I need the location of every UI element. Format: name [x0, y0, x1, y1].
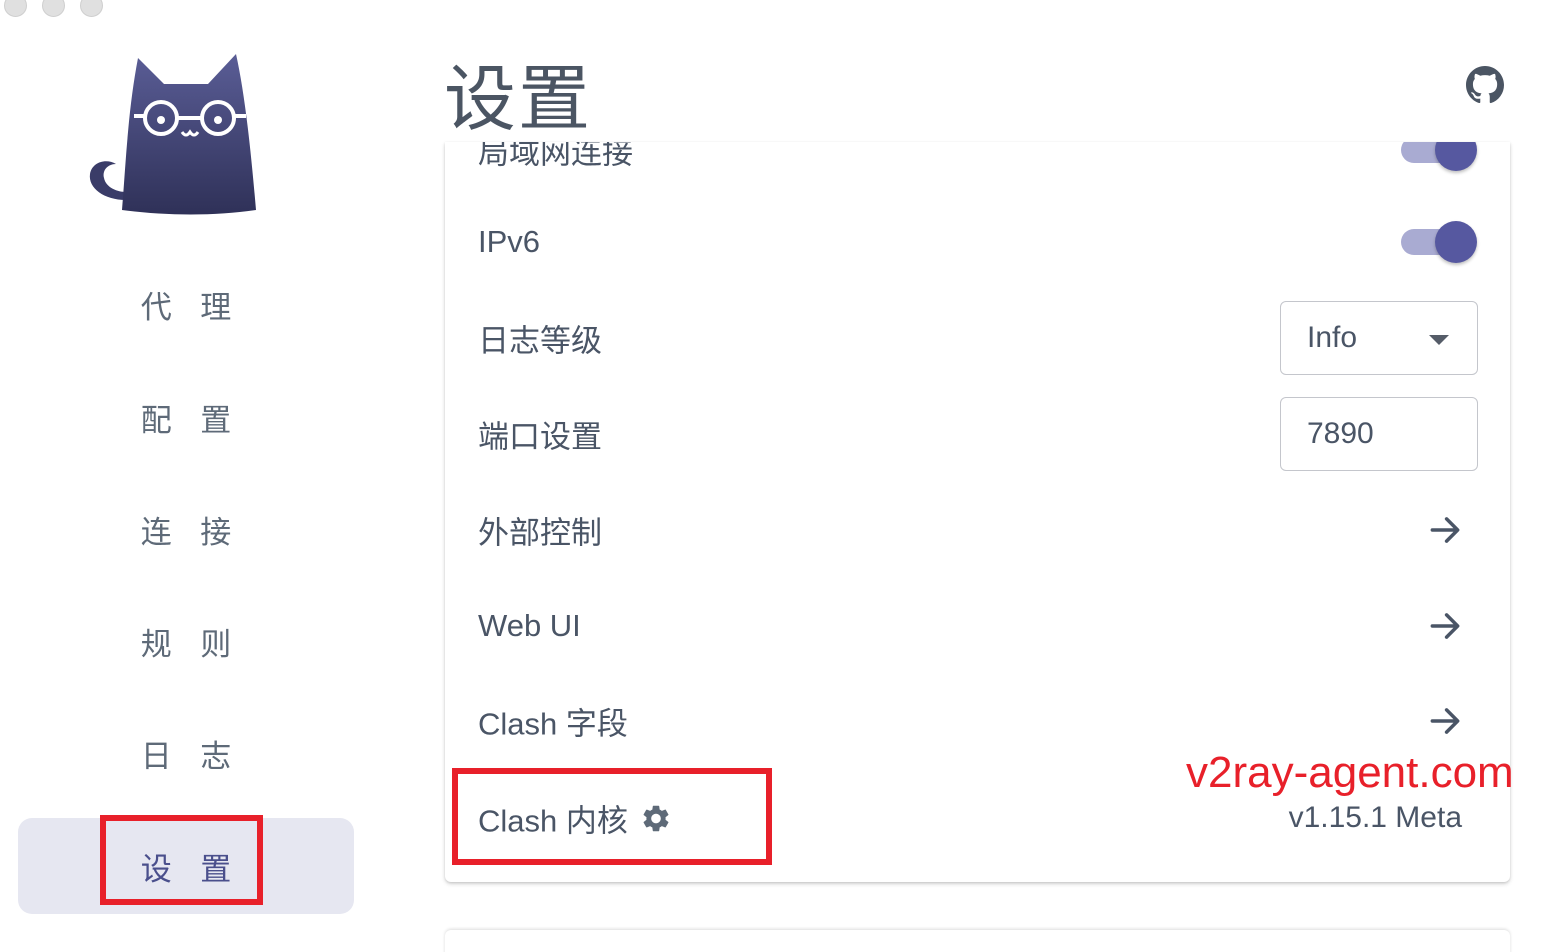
annotation-box-settings — [100, 815, 263, 905]
setting-label-log-level: 日志等级 — [478, 323, 602, 359]
setting-row-lan: 局域网连接 — [445, 142, 1510, 198]
sidebar-item-proxy[interactable]: 代 理 — [18, 256, 354, 352]
setting-row-external-control[interactable]: 外部控制 — [445, 482, 1510, 578]
arrow-right-icon[interactable] — [1426, 702, 1464, 740]
setting-row-port: 端口设置 7890 — [445, 386, 1510, 482]
setting-label-port: 端口设置 — [478, 419, 602, 455]
github-icon[interactable] — [1466, 66, 1504, 104]
setting-label-external-control: 外部控制 — [478, 515, 602, 551]
port-value: 7890 — [1307, 417, 1374, 450]
sidebar-item-logs[interactable]: 日 志 — [18, 705, 354, 801]
arrow-right-icon[interactable] — [1426, 607, 1464, 645]
app-window: 代 理 配 置 连 接 规 则 日 志 设 置 设置 局域网连接 IPv6 日志… — [0, 0, 1566, 952]
setting-row-ipv6: IPv6 — [445, 194, 1510, 290]
sidebar: 代 理 配 置 连 接 规 则 日 志 设 置 — [0, 0, 372, 952]
arrow-right-icon[interactable] — [1426, 511, 1464, 549]
clash-core-version: v1.15.1 Meta — [1288, 801, 1462, 834]
log-level-value: Info — [1307, 321, 1358, 354]
secondary-card — [445, 930, 1510, 952]
watermark-text: v2ray-agent.com — [1186, 748, 1514, 797]
sidebar-item-rules[interactable]: 规 则 — [18, 593, 354, 689]
annotation-box-clash-core — [452, 768, 772, 865]
setting-row-log-level: 日志等级 Info — [445, 290, 1510, 386]
setting-label-lan: 局域网连接 — [478, 142, 633, 171]
sidebar-item-label: 日 志 — [140, 738, 242, 774]
page-title: 设置 — [444, 60, 593, 140]
lan-toggle[interactable] — [1401, 142, 1477, 172]
sidebar-item-connections[interactable]: 连 接 — [18, 481, 354, 577]
sidebar-item-label: 连 接 — [140, 514, 242, 550]
log-level-select[interactable]: Info — [1280, 301, 1478, 375]
port-input[interactable]: 7890 — [1280, 397, 1478, 471]
chevron-down-icon — [1429, 335, 1449, 345]
cat-logo-icon — [89, 54, 256, 215]
sidebar-item-label: 代 理 — [140, 289, 242, 325]
sidebar-item-profiles[interactable]: 配 置 — [18, 369, 354, 465]
setting-row-web-ui[interactable]: Web UI — [445, 578, 1510, 674]
setting-label-clash-fields: Clash 字段 — [478, 706, 628, 742]
sidebar-item-label: 配 置 — [140, 402, 242, 438]
setting-label-ipv6: IPv6 — [478, 224, 541, 259]
ipv6-toggle[interactable] — [1401, 220, 1477, 264]
sidebar-item-label: 规 则 — [140, 626, 242, 662]
setting-label-web-ui: Web UI — [478, 608, 581, 643]
